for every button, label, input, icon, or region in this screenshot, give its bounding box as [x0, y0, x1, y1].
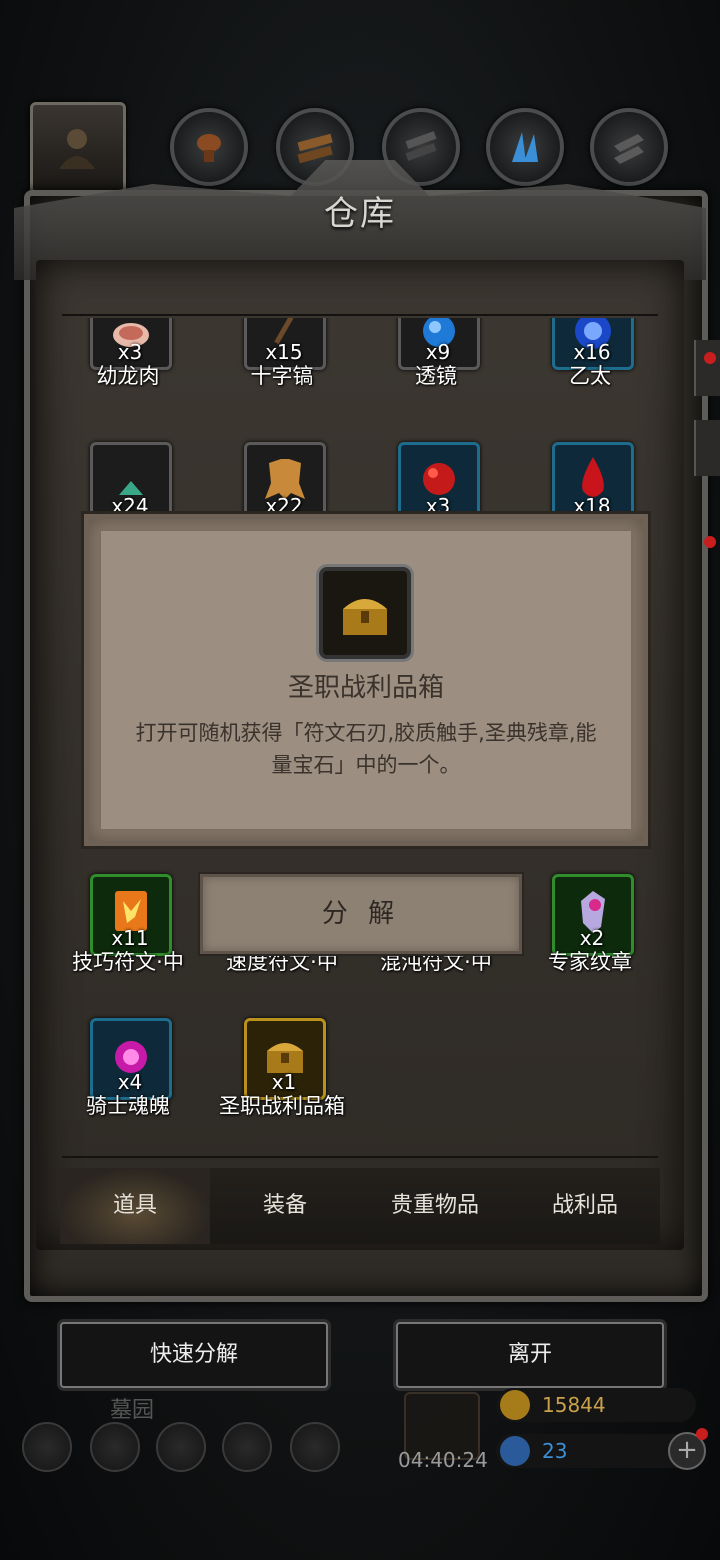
hero-avatar-icon: [59, 129, 95, 169]
quick-decompose-button[interactable]: 快速分解: [60, 1322, 328, 1388]
crystal-icon: [512, 132, 538, 162]
tab-loot[interactable]: 战利品: [510, 1168, 660, 1244]
item-name: 透镜: [415, 364, 457, 388]
item-name: 圣职战利品箱: [219, 1094, 345, 1118]
side-tab[interactable]: [694, 420, 720, 476]
divider-top: [62, 314, 658, 316]
location-label: 墓园: [110, 1398, 155, 1423]
decompose-button[interactable]: 分 解: [200, 874, 522, 954]
settings-icon[interactable]: [22, 1422, 72, 1472]
item-slot[interactable]: x2 专家纹章: [514, 874, 664, 984]
leave-button[interactable]: 离开: [396, 1322, 664, 1388]
item-slot[interactable]: x4 骑士魂魄: [52, 1018, 202, 1128]
item-grid-top: x3 幼龙肉 x15 十字镐 x9 透镜 x16 乙太 x24 x22 x3 x…: [36, 318, 684, 518]
gold-amount: 15844: [542, 1393, 606, 1417]
ore-icon: [405, 131, 437, 161]
item-slot[interactable]: x16 乙太: [514, 318, 664, 398]
decompose-label: 分 解: [321, 899, 401, 929]
popup-description: 打开可随机获得「符文石刃,胶质触手,圣典残章,能量宝石」中的一个。: [135, 721, 597, 777]
category-tab-avatar[interactable]: [30, 102, 126, 194]
side-tab[interactable]: [694, 340, 720, 396]
item-slot[interactable]: x3: [360, 442, 510, 518]
page-title: 仓库: [324, 194, 396, 234]
divider-bottom: [62, 1156, 658, 1158]
map-icon[interactable]: [156, 1422, 206, 1472]
item-slot[interactable]: x18: [514, 442, 664, 518]
popup-item-slot: [319, 567, 411, 659]
item-name: 幼龙肉: [96, 364, 160, 388]
inventory-tabs: 道具 装备 贵重物品 战利品: [60, 1168, 660, 1244]
popup-title: 圣职战利品箱: [287, 673, 444, 703]
item-name: 乙太: [569, 364, 611, 388]
category-tab-crystal[interactable]: [486, 108, 564, 186]
item-slot[interactable]: x3 幼龙肉: [52, 318, 202, 398]
item-slot[interactable]: x24: [52, 442, 202, 518]
item-slot[interactable]: x9 透镜: [360, 318, 510, 398]
item-name: 十字镐: [250, 364, 314, 388]
category-tab-meat[interactable]: [170, 108, 248, 186]
notification-dot: [704, 536, 716, 548]
item-name: 骑士魂魄: [86, 1094, 170, 1118]
iron-icon: [614, 134, 644, 164]
tab-equipment[interactable]: 装备: [210, 1168, 360, 1244]
notification-dot: [704, 352, 716, 364]
gem-counter: 23: [496, 1434, 696, 1468]
treasure-chest-icon: [343, 599, 387, 635]
item-slot[interactable]: x1 圣职战利品箱: [206, 1018, 356, 1128]
notification-dot: [696, 1428, 708, 1440]
timer: 04:40:24: [398, 1448, 488, 1472]
item-detail-popup: 圣职战利品箱 打开可随机获得「符文石刃,胶质触手,圣典残章,能量宝石」中的一个。: [84, 514, 648, 846]
tab-valuables[interactable]: 贵重物品: [360, 1168, 510, 1244]
item-name: 专家纹章: [548, 950, 632, 974]
item-name: 技巧符文·中: [72, 950, 184, 974]
item-slot[interactable]: x11 技巧符文·中: [52, 874, 202, 984]
tab-items[interactable]: 道具: [60, 1168, 210, 1244]
meat-icon: [197, 134, 221, 162]
gold-icon: [500, 1390, 530, 1420]
mail-icon[interactable]: [222, 1422, 272, 1472]
item-slot[interactable]: x15 十字镐: [206, 318, 356, 398]
gem-amount: 23: [542, 1439, 568, 1463]
menu-icon[interactable]: [290, 1422, 340, 1472]
gem-icon: [500, 1436, 530, 1466]
gold-counter: 15844: [496, 1388, 696, 1422]
achievement-icon[interactable]: [90, 1422, 140, 1472]
category-tab-iron[interactable]: [590, 108, 668, 186]
item-slot[interactable]: x22: [206, 442, 356, 518]
